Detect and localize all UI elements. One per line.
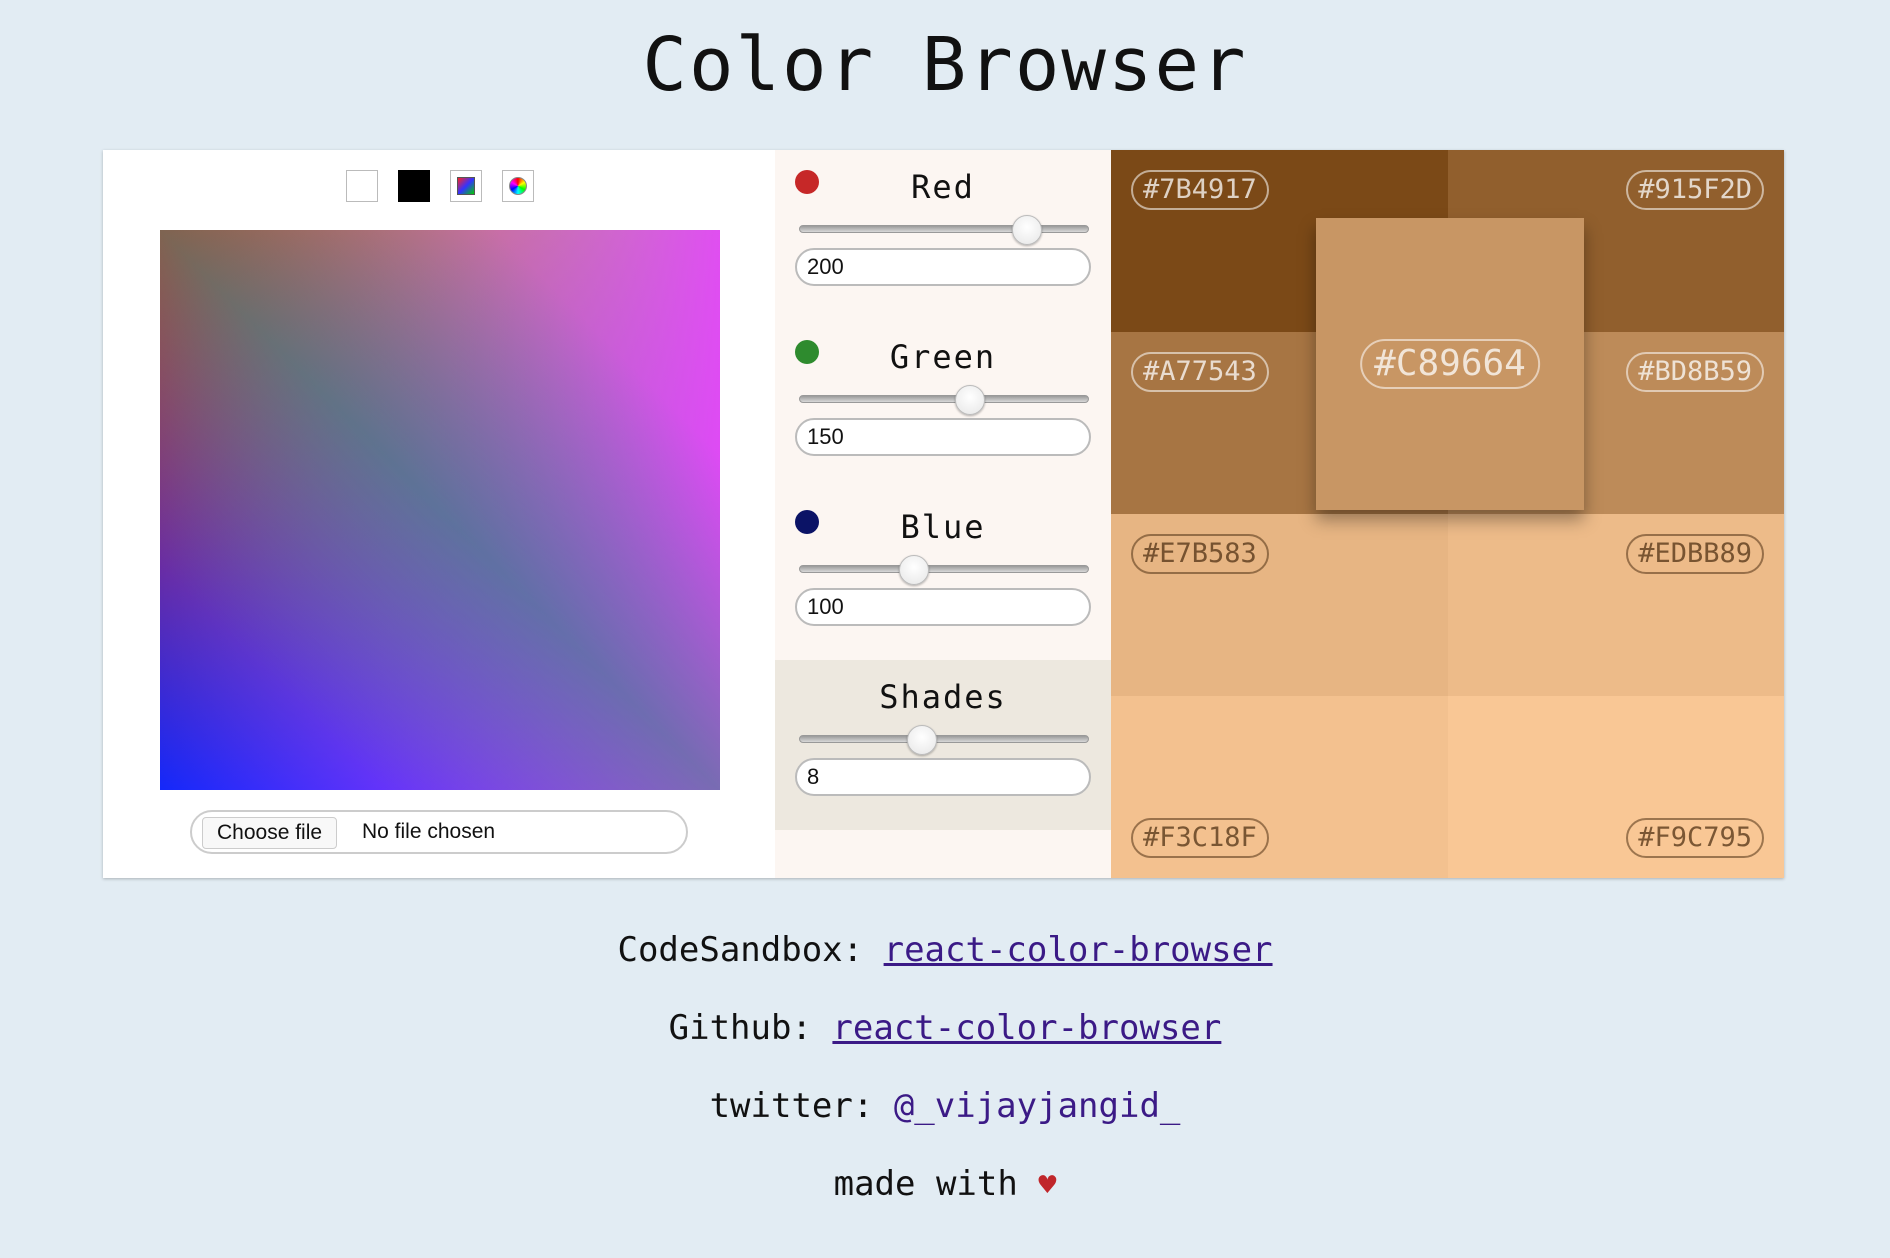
- white-mode-button[interactable]: [346, 170, 378, 202]
- blue-value-input[interactable]: 100: [795, 588, 1091, 626]
- shade-tile[interactable]: #EDBB89: [1447, 514, 1784, 696]
- red-label: Red: [911, 168, 975, 206]
- heart-icon: ♥: [1038, 1168, 1057, 1203]
- choose-file-button[interactable]: Choose file: [202, 817, 338, 849]
- red-slider-thumb[interactable]: [1011, 215, 1042, 245]
- color-gradient-picker[interactable]: [160, 230, 720, 790]
- image-file-input[interactable]: Choose file No file chosen: [190, 810, 688, 854]
- green-slider-thumb[interactable]: [955, 385, 986, 415]
- shades-slider[interactable]: [799, 725, 1089, 755]
- made-with-text: made with: [833, 1164, 1018, 1204]
- hex-label[interactable]: #EDBB89: [1626, 534, 1764, 574]
- shades-label: Shades: [879, 678, 1007, 716]
- made-with-line: made with ♥: [0, 1164, 1890, 1204]
- blue-label: Blue: [900, 508, 986, 546]
- hex-label[interactable]: #7B4917: [1131, 170, 1269, 210]
- shades-slider-group: Shades 8: [775, 660, 1111, 830]
- black-mode-button[interactable]: [398, 170, 430, 202]
- picker-panel: Choose file No file chosen: [103, 150, 775, 878]
- shades-slider-thumb[interactable]: [906, 725, 937, 755]
- green-slider[interactable]: [799, 385, 1089, 415]
- wheel-mode-button[interactable]: [502, 170, 534, 202]
- blue-slider[interactable]: [799, 555, 1089, 585]
- hex-label[interactable]: #F9C795: [1626, 818, 1764, 858]
- github-link[interactable]: react-color-browser: [832, 1008, 1221, 1048]
- twitter-label: twitter:: [709, 1086, 874, 1126]
- green-value-input[interactable]: 150: [795, 418, 1091, 456]
- selected-hex-label[interactable]: #C89664: [1360, 339, 1540, 389]
- codesandbox-line: CodeSandbox: react-color-browser: [0, 930, 1890, 970]
- blue-slider-thumb[interactable]: [898, 555, 929, 585]
- gradient-square-icon: [457, 177, 475, 195]
- shades-value-input[interactable]: 8: [795, 758, 1091, 796]
- shade-tile[interactable]: #F3C18F: [1111, 696, 1448, 878]
- github-label: Github:: [668, 1008, 812, 1048]
- twitter-line: twitter: @_vijayjangid_: [0, 1086, 1890, 1126]
- green-label: Green: [889, 338, 997, 376]
- hex-label[interactable]: #BD8B59: [1626, 352, 1764, 392]
- twitter-link[interactable]: @_vijayjangid_: [894, 1086, 1181, 1126]
- github-line: Github: react-color-browser: [0, 1008, 1890, 1048]
- page-title: Color Browser: [642, 22, 1248, 108]
- sliders-panel: Red 200 Green 150 Blue 100 Shades 8: [775, 150, 1111, 878]
- hex-label[interactable]: #E7B583: [1131, 534, 1269, 574]
- selected-color-swatch[interactable]: #C89664: [1316, 218, 1584, 510]
- gradient-mode-button[interactable]: [450, 170, 482, 202]
- hex-label[interactable]: #915F2D: [1626, 170, 1764, 210]
- red-value-input[interactable]: 200: [795, 248, 1091, 286]
- red-slider[interactable]: [799, 215, 1089, 245]
- codesandbox-label: CodeSandbox:: [617, 930, 864, 970]
- hex-label[interactable]: #A77543: [1131, 352, 1269, 392]
- codesandbox-link[interactable]: react-color-browser: [884, 930, 1273, 970]
- file-status-text: No file chosen: [362, 820, 496, 843]
- shade-tile[interactable]: #F9C795: [1447, 696, 1784, 878]
- color-wheel-icon: [509, 177, 527, 195]
- shade-tile[interactable]: #E7B583: [1111, 514, 1448, 696]
- hex-label[interactable]: #F3C18F: [1131, 818, 1269, 858]
